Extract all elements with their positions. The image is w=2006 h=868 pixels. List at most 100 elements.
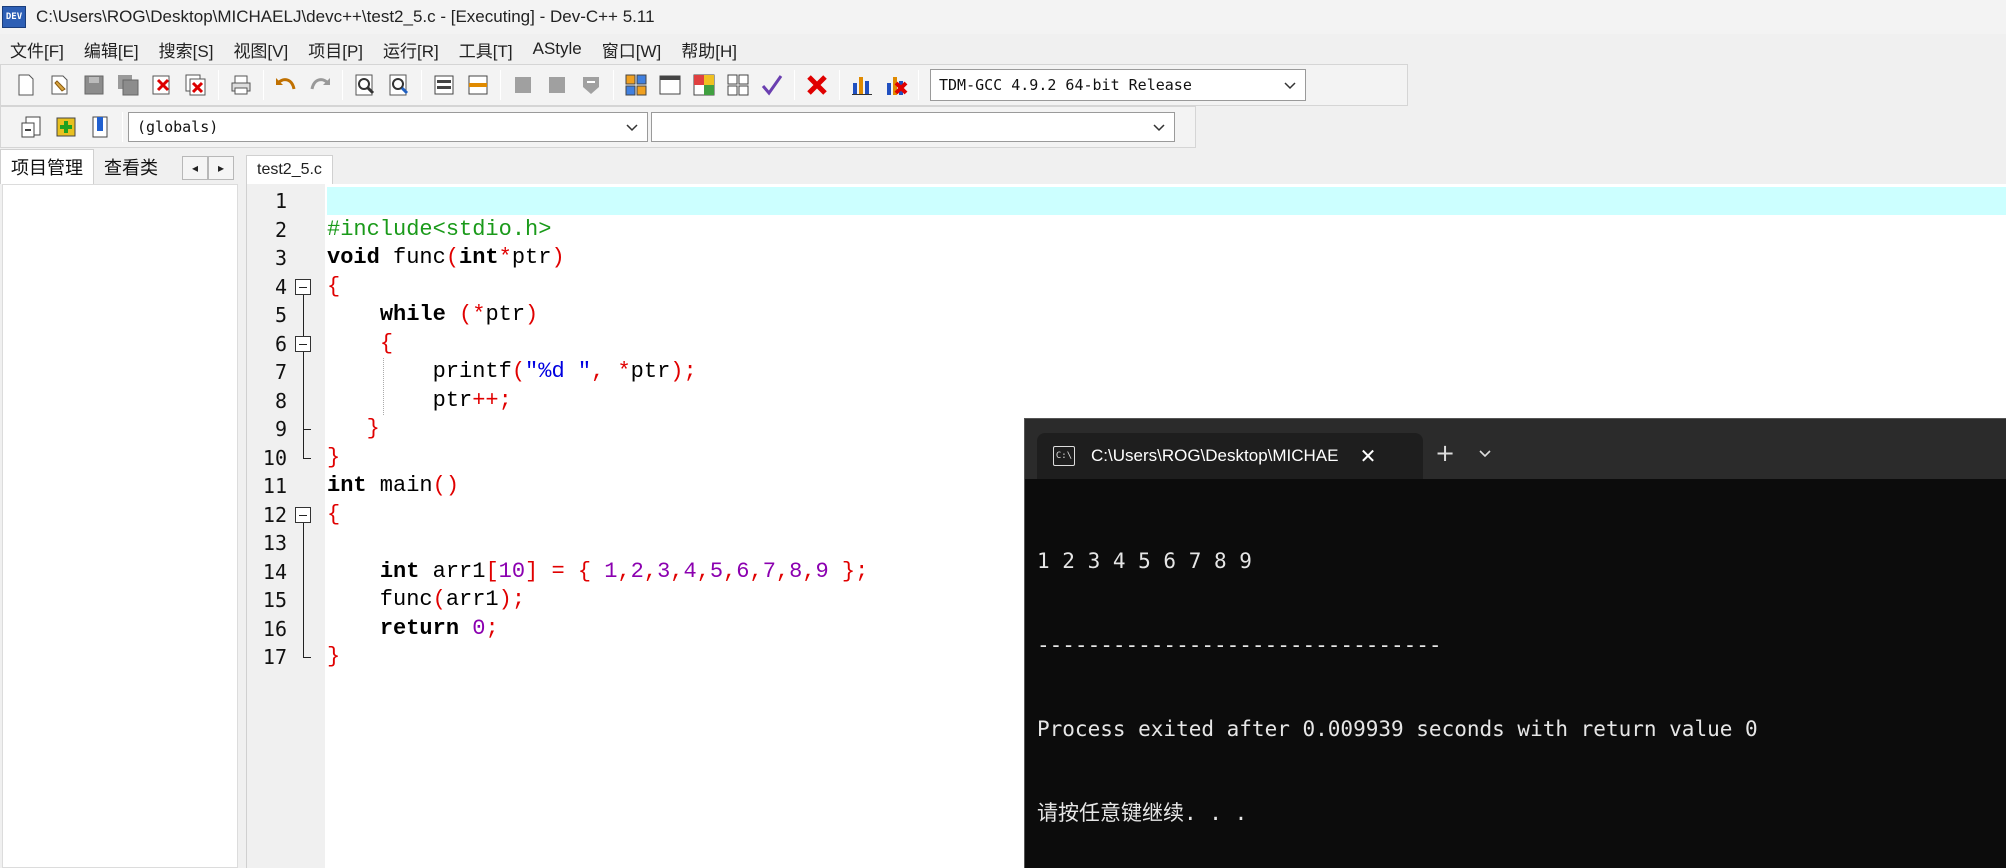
fold-toggle-icon[interactable]: [295, 506, 311, 523]
menu-file[interactable]: 文件[F]: [0, 37, 74, 62]
close-all-icon: [185, 74, 206, 96]
menu-help[interactable]: 帮助[H]: [671, 37, 747, 62]
toolbar-separator: [342, 70, 343, 100]
tab-class-browser[interactable]: 查看类: [94, 150, 168, 184]
toggle-panel-button[interactable]: [464, 71, 492, 99]
console-line: 请按任意键继续. . .: [1037, 801, 1248, 825]
line-number: 3: [274, 246, 287, 270]
new-file-button[interactable]: [12, 71, 40, 99]
window-button[interactable]: [656, 71, 684, 99]
scope-select[interactable]: (globals): [128, 112, 648, 142]
menu-window[interactable]: 窗口[W]: [592, 37, 672, 62]
console-tab[interactable]: C:\ C:\Users\ROG\Desktop\MICHAELJ\devc++…: [1037, 433, 1423, 479]
goto-declaration-button[interactable]: [18, 113, 46, 141]
tile-windows-button[interactable]: [622, 71, 650, 99]
bar-chart-delete-icon: [887, 77, 908, 95]
delete-profile-button[interactable]: [882, 71, 910, 99]
window-icon: [434, 75, 454, 95]
code-line: ptr++;: [327, 387, 512, 413]
close-file-button[interactable]: [148, 71, 176, 99]
bookmark-button[interactable]: [86, 113, 114, 141]
code-line: int arr1[10] = { 1,2,3,4,5,6,7,8,9 };: [379, 558, 869, 584]
toolbar-separator: [122, 112, 123, 142]
indent-button[interactable]: [430, 71, 458, 99]
add-arrow-icon: [56, 117, 76, 137]
bar-chart-icon: [852, 77, 872, 95]
bookmark-icon: [92, 116, 108, 138]
stop-button[interactable]: [803, 71, 831, 99]
print-button[interactable]: [227, 71, 255, 99]
goto-definition-button[interactable]: [52, 113, 80, 141]
menu-run[interactable]: 运行[R]: [373, 37, 449, 62]
save-icon: [84, 75, 104, 95]
menu-astyle[interactable]: AStyle: [523, 39, 592, 59]
line-number: 16: [262, 616, 287, 641]
project-tree[interactable]: [2, 184, 238, 868]
close-icon[interactable]: ✕: [1357, 444, 1379, 468]
toolbar-separator: [839, 70, 840, 100]
scroll-left-icon[interactable]: ◂: [182, 156, 208, 180]
chevron-down-icon: [626, 124, 638, 132]
menu-search[interactable]: 搜索[S]: [149, 37, 224, 62]
grey-square-icon: [515, 77, 531, 93]
editor-tabs: test2_5.c: [246, 148, 2006, 184]
tiles-icon: [625, 74, 647, 96]
line-number: 1: [274, 189, 287, 213]
run-button[interactable]: [543, 71, 571, 99]
replace-button[interactable]: [385, 71, 413, 99]
line-number: 9: [274, 417, 287, 441]
fold-end-marker: [303, 457, 311, 459]
line-number: 7: [274, 360, 287, 384]
line-number: 4: [274, 274, 287, 299]
line-number: 14: [262, 559, 287, 584]
menu-tools[interactable]: 工具[T]: [449, 37, 523, 62]
scroll-right-icon[interactable]: ▸: [208, 156, 234, 180]
undo-button[interactable]: [272, 71, 300, 99]
redo-icon: [310, 78, 330, 90]
tab-test2-5-c[interactable]: test2_5.c: [246, 155, 333, 184]
class-toolbar: (globals): [0, 106, 1196, 148]
find-button[interactable]: [351, 71, 379, 99]
compiler-select[interactable]: TDM-GCC 4.9.2 64-bit Release: [930, 69, 1306, 101]
code-line: #include<stdio.h>: [327, 216, 552, 242]
save-all-icon: [118, 75, 139, 96]
chevron-down-icon: [1284, 82, 1296, 90]
find-icon: [355, 74, 375, 96]
layout-button[interactable]: [690, 71, 718, 99]
line-number: 13: [262, 531, 287, 555]
compile-button[interactable]: [509, 71, 537, 99]
fold-toggle-icon[interactable]: [295, 278, 311, 295]
tab-project-manager[interactable]: 项目管理: [0, 149, 94, 184]
undo-icon: [276, 78, 296, 90]
line-number: 11: [262, 474, 287, 498]
save-all-button[interactable]: [114, 71, 142, 99]
check-syntax-button[interactable]: [758, 71, 786, 99]
project-panel: 项目管理 查看类 ◂ ▸: [0, 148, 240, 868]
code-line: return 0;: [379, 615, 499, 641]
console-window[interactable]: C:\ C:\Users\ROG\Desktop\MICHAELJ\devc++…: [1024, 418, 2006, 868]
redo-button[interactable]: [306, 71, 334, 99]
menu-edit[interactable]: 编辑[E]: [74, 37, 149, 62]
compiler-select-value: TDM-GCC 4.9.2 64-bit Release: [939, 76, 1192, 94]
fold-toggle-icon[interactable]: [295, 335, 311, 352]
close-all-button[interactable]: [182, 71, 210, 99]
compile-run-button[interactable]: [577, 71, 605, 99]
menu-project[interactable]: 项目[P]: [298, 37, 373, 62]
code-line: }: [327, 644, 341, 669]
line-number: 17: [262, 645, 287, 669]
code-line: void func(int*ptr): [327, 245, 565, 270]
code-line: int main(): [327, 473, 460, 498]
fold-line: [303, 294, 304, 458]
menu-view[interactable]: 视图[V]: [223, 37, 298, 62]
toolbar-separator: [263, 70, 264, 100]
member-select[interactable]: [651, 112, 1175, 142]
profile-button[interactable]: [848, 71, 876, 99]
line-number: 10: [262, 445, 287, 470]
save-button[interactable]: [80, 71, 108, 99]
open-file-button[interactable]: [46, 71, 74, 99]
new-tab-icon[interactable]: +: [1429, 437, 1461, 469]
scope-select-value: (globals): [137, 118, 219, 136]
chevron-down-icon[interactable]: [1469, 437, 1501, 469]
grid-button[interactable]: [724, 71, 752, 99]
line-number: 8: [274, 388, 287, 413]
